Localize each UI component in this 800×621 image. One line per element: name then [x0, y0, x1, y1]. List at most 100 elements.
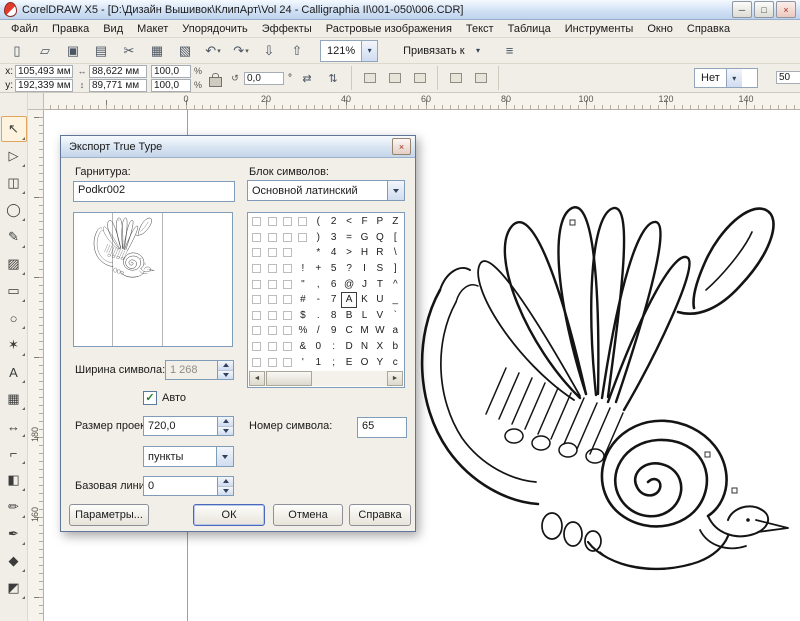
char-cell[interactable]	[264, 292, 279, 308]
char-cell[interactable]	[264, 276, 279, 292]
pick-tool[interactable]: ↖	[1, 116, 27, 142]
char-cell[interactable]: K	[357, 292, 372, 308]
cut-button[interactable]: ✂	[116, 39, 142, 63]
char-cell[interactable]: 3	[326, 230, 341, 246]
outline-pen-tool[interactable]: ✒	[1, 521, 27, 547]
maximize-button[interactable]: □	[754, 1, 774, 18]
char-cell[interactable]	[280, 354, 295, 370]
dialog-close-button[interactable]: ×	[392, 138, 411, 155]
char-cell[interactable]: W	[372, 323, 387, 339]
lock-ratio-icon[interactable]	[209, 77, 222, 87]
auto-checkbox[interactable]: ✓ Авто	[143, 391, 186, 405]
scroll-track[interactable]	[265, 371, 387, 386]
char-cell[interactable]: >	[341, 245, 356, 261]
char-cell[interactable]	[264, 339, 279, 355]
dialog-title-bar[interactable]: Экспорт True Type ×	[61, 136, 415, 158]
parameters-button[interactable]: Параметры...	[69, 504, 149, 526]
menu-item-9[interactable]: Таблица	[501, 21, 558, 37]
char-cell[interactable]	[249, 323, 264, 339]
char-cell[interactable]: c	[388, 354, 403, 370]
mirror-vertical-button[interactable]: ⇅	[322, 67, 344, 89]
char-cell[interactable]: [	[388, 230, 403, 246]
char-cell[interactable]: T	[372, 276, 387, 292]
ok-button[interactable]: ОК	[193, 504, 265, 526]
scale-x-field[interactable]: 100,0	[151, 65, 191, 78]
menu-item-7[interactable]: Растровые изображения	[319, 21, 459, 37]
char-cell[interactable]	[295, 230, 310, 246]
scroll-left-button[interactable]: ◄	[249, 371, 265, 386]
char-cell[interactable]	[249, 245, 264, 261]
menu-item-3[interactable]: Вид	[96, 21, 130, 37]
char-cell[interactable]: .	[311, 308, 326, 324]
char-cell[interactable]: G	[357, 230, 372, 246]
spin-down-icon[interactable]	[218, 427, 233, 436]
crop-tool[interactable]: ◫	[1, 170, 27, 196]
spin-down-icon[interactable]	[218, 487, 233, 496]
connector-tool[interactable]: ⌐	[1, 440, 27, 466]
blend-tool[interactable]: ◧	[1, 467, 27, 493]
char-cell[interactable]	[280, 261, 295, 277]
spin-up-icon[interactable]	[218, 417, 233, 427]
options-button[interactable]: ≡	[497, 39, 523, 63]
char-number-input[interactable]: 65	[357, 417, 407, 438]
char-cell[interactable]: \	[388, 245, 403, 261]
chevron-down-icon[interactable]: ▾	[217, 47, 221, 55]
char-cell[interactable]: ?	[341, 261, 356, 277]
char-cell[interactable]: /	[311, 323, 326, 339]
smart-fill-tool[interactable]: ▨	[1, 251, 27, 277]
char-cell[interactable]: :	[326, 339, 341, 355]
char-cell[interactable]: R	[372, 245, 387, 261]
misc-icon-button[interactable]	[409, 68, 430, 89]
fill-tool[interactable]: ◆	[1, 548, 27, 574]
spin-up-icon[interactable]	[218, 477, 233, 487]
char-cell[interactable]	[280, 245, 295, 261]
char-cell[interactable]: <	[341, 214, 356, 230]
char-cell[interactable]: V	[372, 308, 387, 324]
chevron-down-icon[interactable]: ▾	[726, 69, 742, 87]
misc-icon-button[interactable]	[470, 68, 491, 89]
menu-item-12[interactable]: Справка	[680, 21, 737, 37]
char-cell[interactable]: ,	[311, 276, 326, 292]
char-cell[interactable]: I	[357, 261, 372, 277]
rotation-angle-field[interactable]: 0,0	[244, 72, 284, 85]
misc-icon-button[interactable]	[359, 68, 380, 89]
scroll-right-button[interactable]: ►	[387, 371, 403, 386]
char-cell[interactable]: A	[341, 292, 356, 308]
char-cell[interactable]: P	[372, 214, 387, 230]
char-cell[interactable]	[280, 292, 295, 308]
redo-button[interactable]: ↷▾	[228, 39, 254, 63]
char-cell[interactable]	[280, 308, 295, 324]
char-cell[interactable]: $	[295, 308, 310, 324]
shape-tool[interactable]: ▷	[1, 143, 27, 169]
char-cell[interactable]	[280, 276, 295, 292]
close-button[interactable]: ×	[776, 1, 796, 18]
char-cell[interactable]: D	[341, 339, 356, 355]
edge-field[interactable]: 50	[776, 71, 800, 84]
export-button[interactable]: ⇧	[284, 39, 310, 63]
h-ruler[interactable]: 020406080100120140	[44, 93, 800, 110]
char-cell[interactable]: 5	[326, 261, 341, 277]
zoom-tool[interactable]: ◯	[1, 197, 27, 223]
char-cell[interactable]	[249, 261, 264, 277]
char-cell[interactable]: 4	[326, 245, 341, 261]
char-cell[interactable]: B	[341, 308, 356, 324]
scroll-thumb[interactable]	[266, 371, 312, 386]
eyedropper-tool[interactable]: ✏	[1, 494, 27, 520]
char-cell[interactable]: 6	[326, 276, 341, 292]
mirror-horizontal-button[interactable]: ⇄	[296, 67, 318, 89]
misc-icon-button[interactable]	[445, 68, 466, 89]
menu-item-2[interactable]: Правка	[45, 21, 96, 37]
char-cell[interactable]: 0	[311, 339, 326, 355]
char-cell[interactable]: 1	[311, 354, 326, 370]
char-cell[interactable]	[264, 323, 279, 339]
char-cell[interactable]: #	[295, 292, 310, 308]
char-cell[interactable]	[249, 339, 264, 355]
polygon-tool[interactable]: ✶	[1, 332, 27, 358]
misc-icon-button[interactable]	[384, 68, 405, 89]
paste-button[interactable]: ▧	[172, 39, 198, 63]
menu-item-6[interactable]: Эффекты	[255, 21, 319, 37]
menu-item-4[interactable]: Макет	[130, 21, 175, 37]
project-size-spinner[interactable]: 720,0	[143, 416, 234, 436]
copy-button[interactable]: ▦	[144, 39, 170, 63]
char-cell[interactable]: H	[357, 245, 372, 261]
